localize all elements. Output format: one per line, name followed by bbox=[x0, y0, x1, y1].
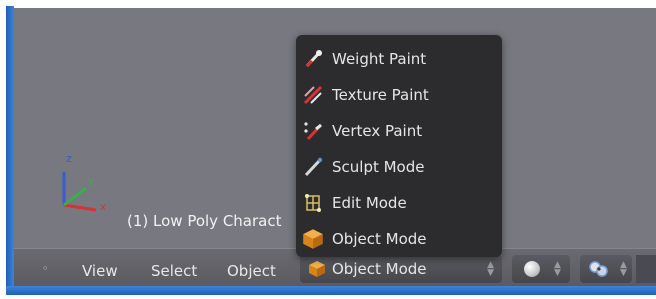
active-object-info: (1) Low Poly Charact bbox=[127, 212, 282, 230]
edit-mode-icon bbox=[300, 190, 326, 216]
sculpt-mode-icon bbox=[300, 154, 326, 180]
shading-dropdown-arrows-icon: ▲ ▼ bbox=[554, 260, 561, 278]
texture-paint-icon bbox=[300, 82, 326, 108]
select-menu[interactable]: Select bbox=[151, 262, 197, 280]
weight-paint-icon bbox=[300, 46, 326, 72]
menu-item-texture-paint[interactable]: Texture Paint bbox=[296, 78, 502, 112]
menu-item-weight-paint[interactable]: Weight Paint bbox=[296, 42, 502, 76]
menu-item-label: Object Mode bbox=[332, 230, 427, 248]
z-axis-label: z bbox=[66, 152, 72, 165]
view-menu[interactable]: View bbox=[82, 262, 118, 280]
menu-item-label: Edit Mode bbox=[332, 194, 407, 212]
axis-gizmo: z y x bbox=[62, 152, 106, 213]
object-menu[interactable]: Object bbox=[227, 262, 276, 280]
interaction-mode-menu: Weight Paint Texture Paint Vertex Paint … bbox=[296, 35, 502, 257]
menu-item-label: Texture Paint bbox=[332, 86, 429, 104]
window-border-bottom bbox=[6, 286, 656, 295]
pivot-point-dropdown[interactable]: ▲ ▼ bbox=[580, 255, 632, 283]
x-axis-line bbox=[63, 203, 97, 212]
dropdown-arrows-icon: ▲ ▼ bbox=[487, 260, 494, 278]
y-axis-line bbox=[63, 186, 87, 207]
next-header-button[interactable] bbox=[636, 255, 656, 283]
vertex-paint-icon bbox=[300, 118, 326, 144]
object-mode-icon bbox=[308, 260, 326, 278]
pivot-dropdown-arrows-icon: ▲ ▼ bbox=[620, 260, 627, 278]
menu-item-sculpt-mode[interactable]: Sculpt Mode bbox=[296, 150, 502, 184]
object-mode-icon bbox=[300, 226, 326, 252]
menu-item-vertex-paint[interactable]: Vertex Paint bbox=[296, 114, 502, 148]
menu-item-edit-mode[interactable]: Edit Mode bbox=[296, 186, 502, 220]
mode-dropdown-value: Object Mode bbox=[332, 260, 427, 278]
interaction-mode-dropdown[interactable]: Object Mode ▲ ▼ bbox=[300, 255, 502, 283]
window-border-left bbox=[6, 6, 14, 293]
menu-item-object-mode[interactable]: Object Mode bbox=[296, 222, 502, 256]
menu-item-label: Vertex Paint bbox=[332, 122, 423, 140]
y-axis-label: y bbox=[88, 176, 94, 187]
blender-window: z y x (1) Low Poly Charact ◦ View Select… bbox=[0, 0, 656, 299]
solid-shading-icon bbox=[524, 261, 540, 277]
header-toggle-icon[interactable]: ◦ bbox=[42, 262, 49, 275]
menu-item-label: Weight Paint bbox=[332, 50, 427, 68]
viewport-shading-dropdown[interactable]: ▲ ▼ bbox=[512, 255, 570, 283]
x-axis-label: x bbox=[100, 202, 106, 213]
pivot-point-icon bbox=[589, 261, 608, 277]
menu-item-label: Sculpt Mode bbox=[332, 158, 425, 176]
